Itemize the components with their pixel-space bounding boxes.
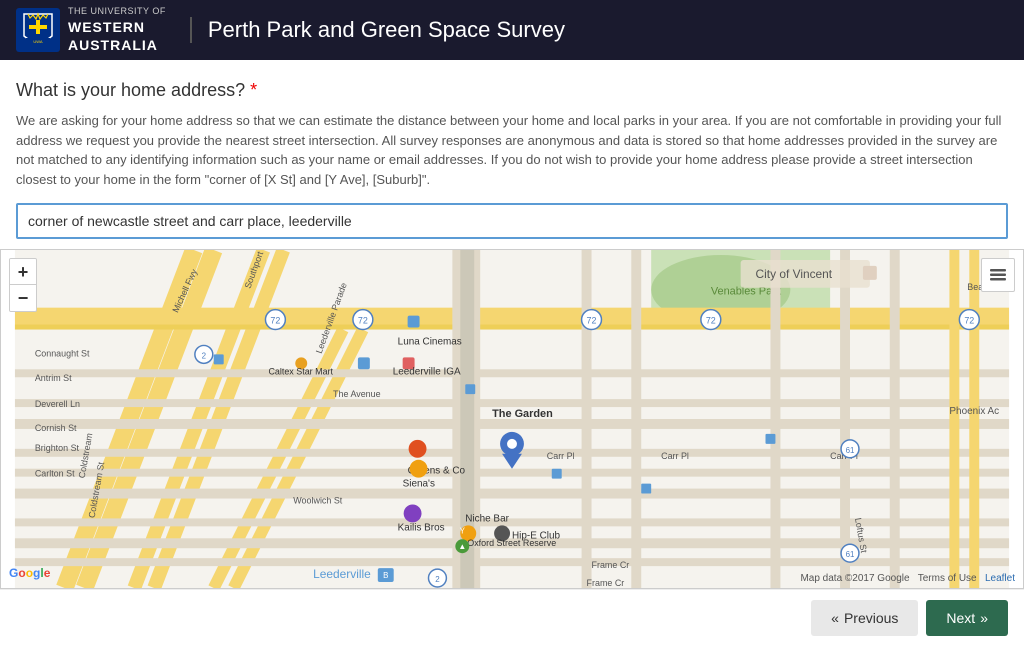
next-icon: » (980, 610, 988, 626)
prev-icon: « (831, 610, 839, 626)
svg-text:UWA: UWA (33, 39, 43, 44)
svg-text:2: 2 (202, 351, 207, 360)
svg-text:2: 2 (435, 575, 440, 584)
svg-text:61: 61 (846, 446, 855, 455)
survey-title: Perth Park and Green Space Survey (190, 17, 565, 43)
terms-link[interactable]: Terms of Use (918, 573, 977, 584)
leaflet-link[interactable]: Leaflet (985, 573, 1015, 584)
google-logo: Google (9, 566, 50, 580)
svg-text:Carr Pl: Carr Pl (661, 451, 689, 461)
map-container: Venables Park Oxford Street Reserve (0, 249, 1024, 589)
svg-text:Cornish St: Cornish St (35, 423, 77, 433)
svg-text:Brighton St: Brighton St (35, 443, 80, 453)
svg-text:Carr Pl: Carr Pl (547, 451, 575, 461)
layers-icon (988, 265, 1008, 285)
university-line2: WESTERN (68, 18, 166, 36)
svg-text:The Garden: The Garden (492, 408, 553, 420)
svg-text:Siena's: Siena's (403, 479, 435, 490)
uwa-shield-icon: UWA (16, 8, 60, 52)
address-input[interactable] (16, 203, 1008, 239)
svg-text:72: 72 (358, 316, 368, 326)
page-header: UWA THE UNIVERSITY OF WESTERN AUSTRALIA … (0, 0, 1024, 60)
svg-text:72: 72 (964, 316, 974, 326)
svg-text:Y: Y (460, 526, 466, 535)
svg-text:Oxford Street Reserve: Oxford Street Reserve (467, 538, 556, 548)
university-line1: THE UNIVERSITY OF (68, 6, 166, 18)
question-label: What is your home address? * (16, 80, 1008, 101)
footer-nav: « Previous Next » (0, 589, 1024, 646)
svg-text:Leederville: Leederville (313, 567, 371, 581)
svg-text:City of Vincent: City of Vincent (756, 267, 833, 281)
svg-text:Deverell Ln: Deverell Ln (35, 399, 80, 409)
next-label: Next (946, 610, 975, 626)
zoom-out-button[interactable]: − (10, 285, 36, 311)
svg-text:Luna Cinemas: Luna Cinemas (398, 336, 462, 347)
svg-text:72: 72 (270, 316, 280, 326)
university-logo: UWA THE UNIVERSITY OF WESTERN AUSTRALIA (16, 6, 166, 54)
svg-text:Kailis Bros: Kailis Bros (398, 522, 445, 533)
svg-text:72: 72 (706, 316, 716, 326)
svg-text:B: B (383, 571, 388, 580)
svg-text:▲: ▲ (458, 542, 466, 551)
svg-text:Caltex Star Mart: Caltex Star Mart (268, 366, 333, 376)
university-text: THE UNIVERSITY OF WESTERN AUSTRALIA (68, 6, 166, 54)
svg-text:Niche Bar: Niche Bar (465, 513, 509, 524)
next-button[interactable]: Next » (926, 600, 1008, 636)
map-zoom-controls: + − (9, 258, 37, 312)
svg-text:Connaught St: Connaught St (35, 348, 90, 358)
svg-text:Woolwich St: Woolwich St (293, 496, 343, 506)
svg-text:72: 72 (587, 316, 597, 326)
svg-text:Frame Cr: Frame Cr (587, 578, 625, 588)
svg-text:Phoenix Ac: Phoenix Ac (949, 406, 999, 417)
question-description: We are asking for your home address so t… (16, 111, 1008, 189)
main-content: What is your home address? * We are aski… (0, 60, 1024, 249)
svg-text:61: 61 (846, 550, 855, 559)
map-layer-control[interactable] (981, 258, 1015, 292)
university-line3: AUSTRALIA (68, 36, 166, 54)
previous-label: Previous (844, 610, 898, 626)
svg-text:Antrim St: Antrim St (35, 373, 72, 383)
svg-text:Frame Cr: Frame Cr (592, 560, 630, 570)
svg-text:Leederville IGA: Leederville IGA (393, 366, 461, 377)
map-svg: Venables Park Oxford Street Reserve (1, 250, 1023, 588)
previous-button[interactable]: « Previous (811, 600, 918, 636)
svg-text:Carlton St: Carlton St (35, 469, 75, 479)
map-attribution: Map data ©2017 Google Terms of Use Leafl… (800, 573, 1015, 584)
svg-text:The Avenue: The Avenue (333, 389, 381, 399)
zoom-in-button[interactable]: + (10, 259, 36, 285)
